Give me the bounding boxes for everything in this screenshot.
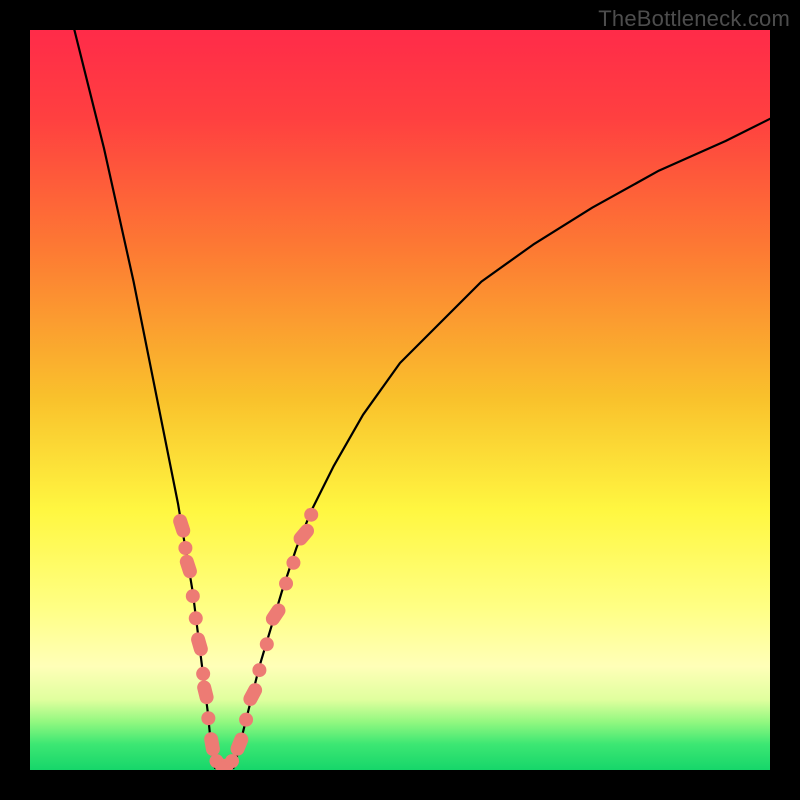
marker-capsule <box>196 679 215 706</box>
marker-capsule <box>189 631 209 658</box>
marker-capsule <box>263 601 288 629</box>
marker-dot <box>279 577 293 591</box>
marker-capsule <box>171 512 192 539</box>
outer-frame: TheBottleneck.com <box>0 0 800 800</box>
curve-layer <box>30 30 770 770</box>
marker-capsule <box>291 521 317 548</box>
marker-dot <box>252 663 266 677</box>
marker-dot <box>239 713 253 727</box>
bottleneck-curve <box>74 30 770 769</box>
marker-dot <box>186 589 200 603</box>
marker-dot <box>196 667 210 681</box>
marker-dot <box>286 556 300 570</box>
marker-dot <box>260 637 274 651</box>
marker-dot <box>225 754 239 768</box>
marker-dot <box>178 541 192 555</box>
marker-capsule <box>178 553 199 580</box>
marker-dot <box>201 711 215 725</box>
marker-capsule <box>203 731 221 757</box>
marker-capsule <box>228 730 250 757</box>
marker-dot <box>189 611 203 625</box>
plot-area <box>30 30 770 770</box>
curve-left-branch <box>74 30 215 768</box>
watermark-text: TheBottleneck.com <box>598 6 790 32</box>
curve-right-branch <box>234 119 771 768</box>
marker-dot <box>304 508 318 522</box>
marker-capsule <box>241 681 265 709</box>
